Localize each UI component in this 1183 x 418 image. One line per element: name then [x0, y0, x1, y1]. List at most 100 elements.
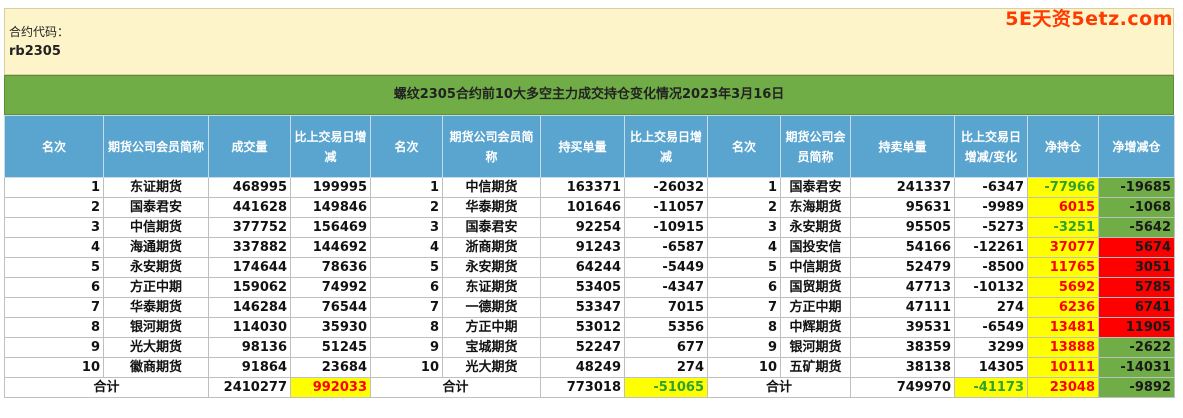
- cell-net-change[interactable]: -14031: [1098, 357, 1175, 378]
- cell-short-positions[interactable]: 241337: [850, 177, 955, 198]
- cell-member-short[interactable]: 国投安信: [780, 237, 851, 258]
- cell-short-change[interactable]: 3299: [954, 337, 1028, 358]
- cell-rank-long[interactable]: 2: [370, 197, 443, 218]
- cell-rank-short[interactable]: 7: [707, 297, 781, 318]
- header-member-long[interactable]: 期货公司会员简称: [442, 115, 541, 178]
- cell-member-short[interactable]: 中信期货: [780, 257, 851, 278]
- cell-rank-volume[interactable]: 8: [4, 317, 104, 338]
- cell-member-long[interactable]: 方正中期: [442, 317, 541, 338]
- cell-member-long[interactable]: 华泰期货: [442, 197, 541, 218]
- cell-long-change[interactable]: 7015: [624, 297, 708, 318]
- cell-net-position[interactable]: -3251: [1027, 217, 1099, 238]
- header-long-change[interactable]: 比上交易日增减: [624, 115, 708, 178]
- cell-rank-volume[interactable]: 10: [4, 357, 104, 378]
- cell-net-position[interactable]: 6236: [1027, 297, 1099, 318]
- cell-long-positions[interactable]: 92254: [540, 217, 625, 238]
- cell-short-positions[interactable]: 52479: [850, 257, 955, 278]
- header-net-position[interactable]: 净持仓: [1027, 115, 1099, 178]
- total-short-positions[interactable]: 749970: [850, 377, 955, 398]
- cell-member-short[interactable]: 中辉期货: [780, 317, 851, 338]
- cell-volume[interactable]: 146284: [208, 297, 291, 318]
- total-long-positions[interactable]: 773018: [540, 377, 625, 398]
- cell-member-volume[interactable]: 海通期货: [103, 237, 209, 258]
- cell-net-change[interactable]: 11905: [1098, 317, 1175, 338]
- cell-member-volume[interactable]: 银河期货: [103, 317, 209, 338]
- cell-rank-long[interactable]: 9: [370, 337, 443, 358]
- cell-member-short[interactable]: 东海期货: [780, 197, 851, 218]
- cell-long-positions[interactable]: 101646: [540, 197, 625, 218]
- cell-short-change[interactable]: -12261: [954, 237, 1028, 258]
- cell-long-positions[interactable]: 53347: [540, 297, 625, 318]
- cell-member-short[interactable]: 银河期货: [780, 337, 851, 358]
- cell-member-short[interactable]: 国贸期货: [780, 277, 851, 298]
- cell-member-volume[interactable]: 光大期货: [103, 337, 209, 358]
- cell-net-change[interactable]: 3051: [1098, 257, 1175, 278]
- cell-net-change[interactable]: 6741: [1098, 297, 1175, 318]
- cell-volume[interactable]: 337882: [208, 237, 291, 258]
- cell-volume-change[interactable]: 23684: [290, 357, 371, 378]
- cell-net-change[interactable]: 5785: [1098, 277, 1175, 298]
- header-rank-short[interactable]: 名次: [707, 115, 781, 178]
- cell-rank-volume[interactable]: 5: [4, 257, 104, 278]
- cell-net-position[interactable]: 13888: [1027, 337, 1099, 358]
- cell-member-long[interactable]: 一德期货: [442, 297, 541, 318]
- cell-rank-long[interactable]: 1: [370, 177, 443, 198]
- total-label-short[interactable]: 合计: [707, 377, 851, 398]
- cell-volume-change[interactable]: 76544: [290, 297, 371, 318]
- cell-member-short[interactable]: 方正中期: [780, 297, 851, 318]
- cell-volume[interactable]: 441628: [208, 197, 291, 218]
- table-title[interactable]: 螺纹2305合约前10大多空主力成交持仓变化情况2023年3月16日: [4, 75, 1174, 115]
- cell-long-positions[interactable]: 64244: [540, 257, 625, 278]
- cell-short-change[interactable]: -6549: [954, 317, 1028, 338]
- cell-rank-volume[interactable]: 7: [4, 297, 104, 318]
- cell-long-positions[interactable]: 163371: [540, 177, 625, 198]
- cell-member-short[interactable]: 永安期货: [780, 217, 851, 238]
- cell-member-long[interactable]: 浙商期货: [442, 237, 541, 258]
- cell-rank-short[interactable]: 6: [707, 277, 781, 298]
- cell-rank-short[interactable]: 4: [707, 237, 781, 258]
- cell-volume-change[interactable]: 35930: [290, 317, 371, 338]
- total-volume[interactable]: 2410277: [208, 377, 291, 398]
- contract-info-cell[interactable]: 合约代码： rb2305: [4, 8, 1174, 75]
- cell-volume[interactable]: 98136: [208, 337, 291, 358]
- cell-net-position[interactable]: 13481: [1027, 317, 1099, 338]
- header-volume[interactable]: 成交量: [208, 115, 291, 178]
- cell-net-position[interactable]: 5692: [1027, 277, 1099, 298]
- cell-rank-long[interactable]: 3: [370, 217, 443, 238]
- cell-long-positions[interactable]: 53012: [540, 317, 625, 338]
- cell-member-volume[interactable]: 华泰期货: [103, 297, 209, 318]
- cell-member-long[interactable]: 宝城期货: [442, 337, 541, 358]
- cell-rank-short[interactable]: 5: [707, 257, 781, 278]
- cell-net-change[interactable]: -1068: [1098, 197, 1175, 218]
- cell-net-position[interactable]: -77966: [1027, 177, 1099, 198]
- cell-member-short[interactable]: 国泰君安: [780, 177, 851, 198]
- cell-short-positions[interactable]: 95505: [850, 217, 955, 238]
- cell-volume[interactable]: 468995: [208, 177, 291, 198]
- cell-volume-change[interactable]: 199995: [290, 177, 371, 198]
- cell-net-position[interactable]: 10111: [1027, 357, 1099, 378]
- header-member-volume[interactable]: 期货公司会员简称: [103, 115, 209, 178]
- cell-long-positions[interactable]: 91243: [540, 237, 625, 258]
- total-net-change[interactable]: -9892: [1098, 377, 1175, 398]
- header-short-positions[interactable]: 持卖单量: [850, 115, 955, 178]
- cell-long-change[interactable]: 274: [624, 357, 708, 378]
- cell-rank-short[interactable]: 10: [707, 357, 781, 378]
- cell-short-change[interactable]: -5273: [954, 217, 1028, 238]
- cell-long-positions[interactable]: 53405: [540, 277, 625, 298]
- cell-member-long[interactable]: 光大期货: [442, 357, 541, 378]
- cell-long-change[interactable]: 5356: [624, 317, 708, 338]
- cell-volume-change[interactable]: 156469: [290, 217, 371, 238]
- cell-rank-short[interactable]: 1: [707, 177, 781, 198]
- cell-member-volume[interactable]: 徽商期货: [103, 357, 209, 378]
- cell-short-change[interactable]: 274: [954, 297, 1028, 318]
- total-net-position[interactable]: 23048: [1027, 377, 1099, 398]
- cell-short-change[interactable]: -6347: [954, 177, 1028, 198]
- cell-short-positions[interactable]: 54166: [850, 237, 955, 258]
- cell-rank-volume[interactable]: 9: [4, 337, 104, 358]
- header-volume-change[interactable]: 比上交易日增减: [290, 115, 371, 178]
- cell-long-change[interactable]: -26032: [624, 177, 708, 198]
- cell-rank-volume[interactable]: 6: [4, 277, 104, 298]
- header-rank-long[interactable]: 名次: [370, 115, 443, 178]
- cell-long-change[interactable]: 677: [624, 337, 708, 358]
- cell-volume[interactable]: 159062: [208, 277, 291, 298]
